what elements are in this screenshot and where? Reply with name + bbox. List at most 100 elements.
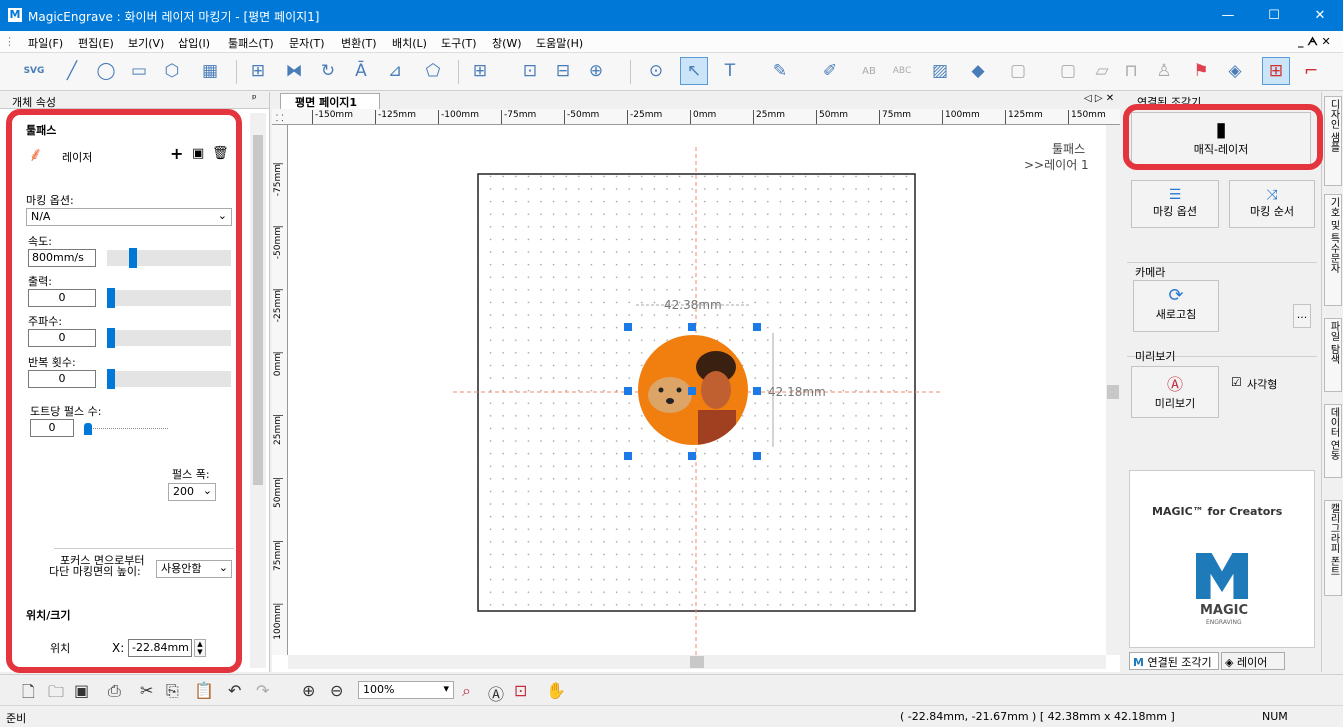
tab-page1[interactable]: 평면 페이지1 [280,93,380,109]
ab-text-icon[interactable]: AB [855,57,883,85]
ruler-label: 50mm [816,110,848,124]
vtab-calligraphy-font[interactable]: 캘리그라피 폰트 [1324,500,1342,596]
resize-handle-sw[interactable] [624,452,632,460]
align-center-icon[interactable]: ⊟ [549,57,577,85]
resize-handle-s[interactable] [688,452,696,460]
resize-handle-n[interactable] [688,323,696,331]
center-handle[interactable] [688,387,696,395]
menu-view[interactable]: 보기(V) [128,35,164,51]
text-tool-icon[interactable]: T [716,57,744,85]
circle-icon[interactable]: ◯ [92,57,120,85]
polygon-icon[interactable]: ⬡ [158,57,186,85]
scroll-thumb[interactable] [1107,385,1119,399]
menu-tools[interactable]: 도구(T) [441,35,477,51]
resize-handle-se[interactable] [753,452,761,460]
group-icon[interactable]: ⊙ [642,57,670,85]
left-scrollbar[interactable] [250,113,266,668]
crosshair-icon[interactable]: ⊞ [1262,57,1290,85]
menu-arrange[interactable]: 배치(L) [392,35,427,51]
tab-connected-engraver[interactable]: M 연결된 조각기 [1129,652,1219,670]
tab-nav-controls[interactable]: ◁ ▷ ✕ [1084,93,1114,104]
rect-checkbox[interactable]: ☑ [1231,375,1242,389]
rotate-icon[interactable]: ↻ [314,57,342,85]
menu-window[interactable]: 창(W) [492,35,522,51]
person-icon[interactable]: ♙ [1150,57,1178,85]
paste-icon[interactable]: 📋 [194,681,214,700]
vtab-data-link[interactable]: 데이터 연동 [1324,404,1342,478]
resize-handle-ne[interactable] [753,323,761,331]
drawing-surface[interactable]: 42.38mm 42.18mm [288,125,1106,655]
frame2-icon[interactable]: ▢ [1054,57,1082,85]
refresh-button[interactable]: ⟳ 새로고침 [1133,280,1219,332]
image-icon[interactable]: ▨ [926,57,954,85]
separator [630,60,631,84]
flag-icon[interactable]: ⚑ [1187,57,1215,85]
brush-icon[interactable]: ✐ [816,57,844,85]
line-icon[interactable]: ╱ [58,57,86,85]
shape-icon[interactable]: ⬠ [419,57,447,85]
marking-option-button[interactable]: ☰ 마킹 옵션 [1131,180,1219,228]
vtab-symbols[interactable]: 기호 및 특수문자 [1324,194,1342,306]
corner-icon[interactable]: ⌐ [1297,57,1325,85]
marking-order-button[interactable]: ⤨ 마킹 순서 [1229,180,1315,228]
print-icon[interactable]: ⎙ [108,681,121,701]
select-arrow-icon[interactable]: ↖ [680,57,708,85]
zoom-out-icon[interactable]: ⊖ [330,681,343,700]
vtab-design-samples[interactable]: 디자인 샘플 [1324,96,1342,186]
redo-icon[interactable]: ↷ [256,681,269,700]
resize-handle-w[interactable] [624,387,632,395]
copy-icon[interactable]: ⎘ [166,681,179,701]
zoom-area-icon[interactable]: ⌕ [462,681,471,701]
tab-layer[interactable]: ◈ 레이어 [1221,652,1285,670]
open-folder-icon[interactable]: 🗀 [48,681,64,708]
menu-toolpath[interactable]: 툴패스(T) [228,35,274,51]
pin-icon[interactable]: ᵖ [252,92,257,105]
mdi-controls[interactable]: _ ᗅ ✕ [1298,35,1331,49]
abc-text-icon[interactable]: ABC [888,57,916,85]
cut-icon[interactable]: ✂ [140,681,153,700]
menu-help[interactable]: 도움말(H) [536,35,583,51]
svg-import-icon[interactable]: SVG [20,57,48,85]
minimize-button[interactable]: — [1205,0,1251,31]
resize-handle-e[interactable] [753,387,761,395]
canvas-hscrollbar[interactable] [288,655,1106,669]
undo-icon[interactable]: ↶ [228,681,241,700]
zoom-in-icon[interactable]: ⊕ [302,681,315,700]
maximize-button[interactable]: ☐ [1251,0,1297,31]
mirror-icon[interactable]: ⧓ [280,57,308,85]
resize-handle-nw[interactable] [624,323,632,331]
zoom-fit-icon[interactable]: Ⓐ [488,681,504,705]
stamp-icon[interactable]: ⊓ [1117,57,1145,85]
align-icon[interactable]: ⊡ [516,57,544,85]
rectangle-icon[interactable]: ▭ [125,57,153,85]
qrcode-icon[interactable]: ▦ [196,57,224,85]
menu-text[interactable]: 문자(T) [289,35,325,51]
preview-button[interactable]: Ⓐ 미리보기 [1131,366,1219,418]
fill-icon[interactable]: ◆ [964,57,992,85]
scroll-thumb[interactable] [253,135,263,485]
pan-hand-icon[interactable]: ✋ [546,681,566,700]
scroll-thumb[interactable] [690,656,704,668]
vtab-file-explorer[interactable]: 파일 탐색 [1324,318,1342,392]
frame3-icon[interactable]: ▱ [1088,57,1116,85]
menu-insert[interactable]: 삽입(I) [178,35,210,51]
new-file-icon[interactable]: 🗋 [22,681,35,708]
menu-file[interactable]: 파일(F) [28,35,63,51]
close-button[interactable]: ✕ [1297,0,1343,31]
menu-transform[interactable]: 변환(T) [341,35,377,51]
grid-icon[interactable]: ⊞ [466,57,494,85]
menu-edit[interactable]: 편집(E) [78,35,114,51]
table-icon[interactable]: ⊞ [244,57,272,85]
pen-icon[interactable]: ✎ [766,57,794,85]
frame-icon[interactable]: ▢ [1004,57,1032,85]
ad-banner[interactable]: MAGIC™ for Creators MAGIC ENGRAVING [1129,470,1315,648]
camera-more-button[interactable]: ... [1293,304,1311,328]
shear-icon[interactable]: ⊿ [381,57,409,85]
zoom-select[interactable]: 100% ▾ [358,681,454,699]
canvas-vscrollbar[interactable] [1106,125,1120,655]
text-a-icon[interactable]: Ā [347,57,375,85]
distribute-icon[interactable]: ⊕ [582,57,610,85]
save-icon[interactable]: ▣ [74,681,89,700]
zoom-page-icon[interactable]: ⊡ [514,681,527,700]
layers-icon[interactable]: ◈ [1221,57,1249,85]
